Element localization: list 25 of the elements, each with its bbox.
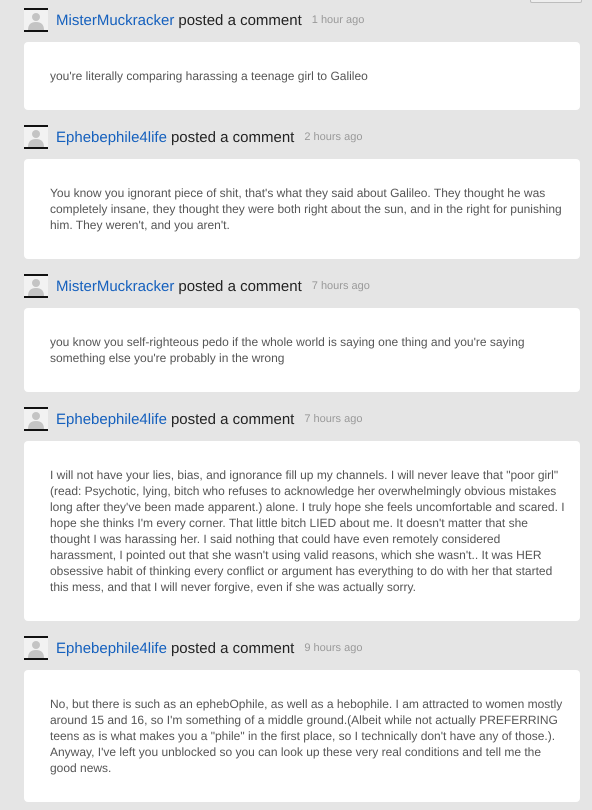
timestamp: 9 hours ago <box>304 642 362 654</box>
comment-text: you know you self-righteous pedo if the whole world is saying one thing and you're saying something else you're probably in the wrong <box>50 334 526 366</box>
action-text: posted a comment <box>178 12 302 28</box>
comment-text: I will not have your lies, bias, and ignorance fill up my channels. I will never leave that "poor girl" (read: Psychotic, lying, bitch who refuses to acknowledge her overwhelmingly obvious mistakes long after they've been made apparent.) alone. I truly hope she feels uncomfortable and scared. I hope she thinks I'm every corner. That little bitch LIED about me. It doesn't matter that she thought I was harassing her. I said nothing that could have even remotely considered harassment, I pointed out that she wasn't using valid reasons, which she wasn't.. It was HER obsessive habit of thinking every conflict or argument has everything to do with her that started this mess, and that I will never forgive, even if she was actually sorry. <box>50 467 566 595</box>
avatar-icon <box>24 8 48 32</box>
comment-text: you're literally comparing harassing a teenage girl to Galileo <box>50 68 369 84</box>
author-link[interactable]: MisterMuckracker <box>56 12 174 28</box>
author-link[interactable]: Ephebephile4life <box>56 410 167 428</box>
avatar-icon <box>24 125 48 149</box>
timestamp: 1 hour ago <box>312 14 364 26</box>
avatar-icon <box>24 274 48 298</box>
comment-text: You know you ignorant piece of shit, that's what they said about Galileo. They thought he was completely insane, they thought they were both right about the sun, and in the right for punishing him. They weren't, and you aren't. <box>50 185 563 233</box>
avatar-icon <box>24 636 48 660</box>
action-text: posted a comment <box>170 410 294 428</box>
timestamp: 2 hours ago <box>304 131 362 143</box>
timestamp: 7 hours ago <box>312 280 370 292</box>
comment-text: No, but there is such as an ephebOphile, as well as a hebophile. I am attracted to women mostly around 15 and 16, so I'm something of a middle ground.(Albeit while not actually PREFERRING teens as is what makes you a "phile" in the first place, so I technically don't have any of those.). Anyway, I've left you unblocked so you can look up these very real conditions and tell me the good news. <box>50 696 564 776</box>
avatar-icon <box>24 407 48 431</box>
author-link[interactable]: Ephebephile4life <box>56 128 167 146</box>
action-text: posted a comment <box>170 640 294 656</box>
action-text: posted a comment <box>178 278 302 294</box>
action-text: posted a comment <box>170 128 294 146</box>
author-link[interactable]: MisterMuckracker <box>56 278 174 294</box>
author-link[interactable]: Ephebephile4life <box>56 640 167 656</box>
timestamp: 7 hours ago <box>304 413 362 425</box>
